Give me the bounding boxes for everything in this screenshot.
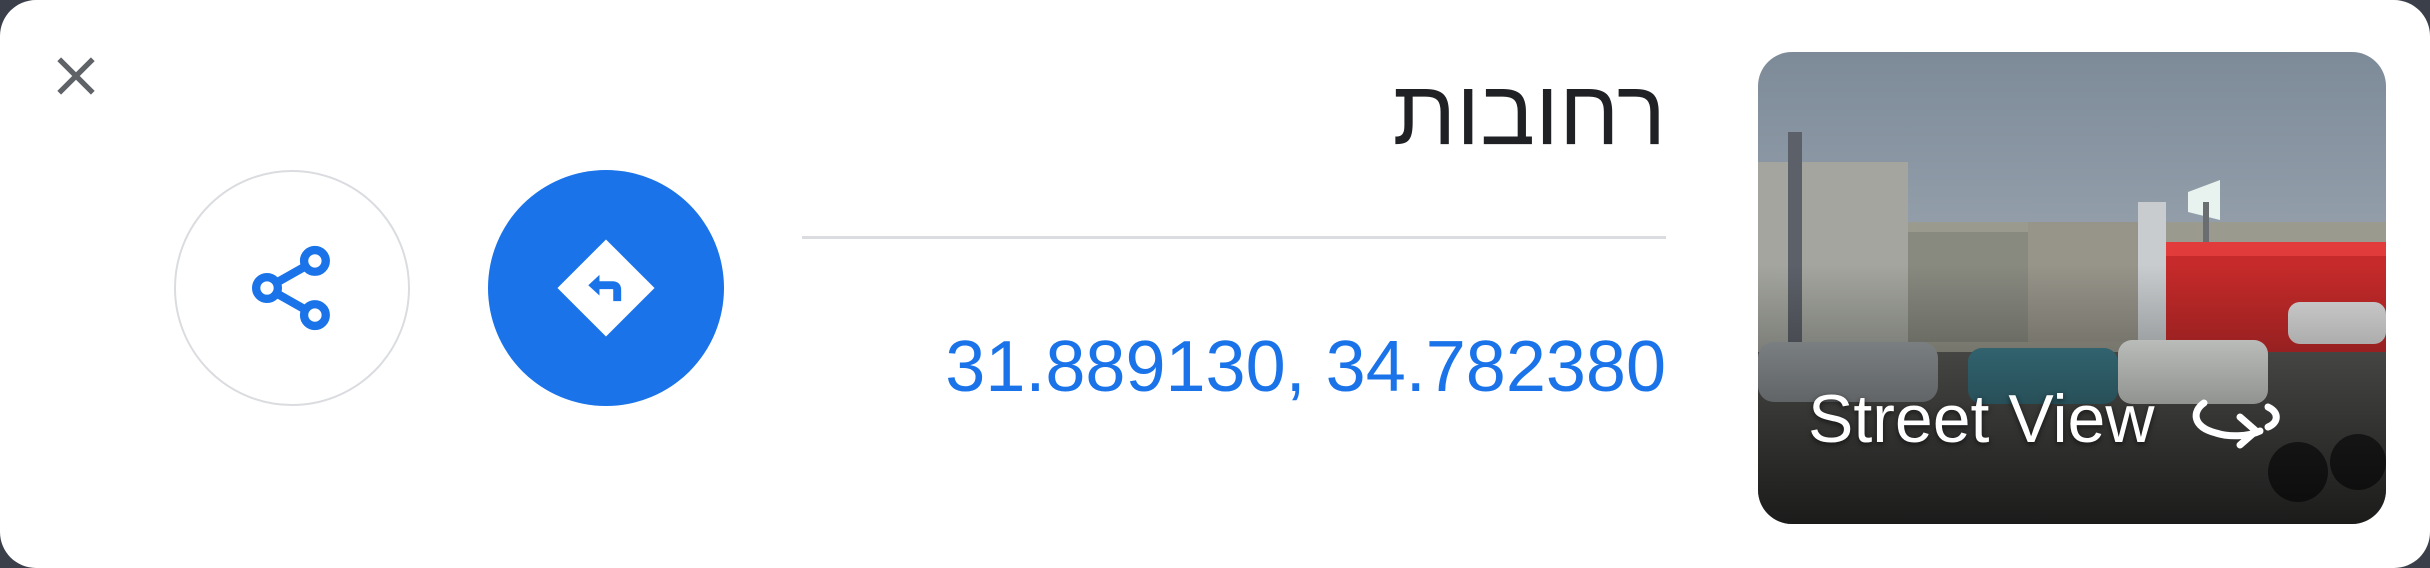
close-button[interactable]: [34, 34, 118, 118]
directions-icon: [557, 239, 655, 337]
directions-button[interactable]: [488, 170, 724, 406]
street-view-label: Street View: [1808, 380, 2284, 458]
street-view-text: Street View: [1808, 381, 2155, 457]
place-info-card: רחובות 31.889130, 34.782380 Street View: [0, 0, 2430, 568]
divider: [802, 236, 1666, 239]
rotate-360-icon: [2193, 399, 2281, 449]
coordinates-link[interactable]: 31.889130, 34.782380: [945, 322, 1666, 412]
street-view-thumbnail[interactable]: Street View: [1758, 52, 2386, 524]
share-button[interactable]: [174, 170, 410, 406]
place-title: רחובות: [1392, 62, 1666, 164]
close-icon: [57, 57, 95, 95]
share-icon: [252, 245, 330, 331]
